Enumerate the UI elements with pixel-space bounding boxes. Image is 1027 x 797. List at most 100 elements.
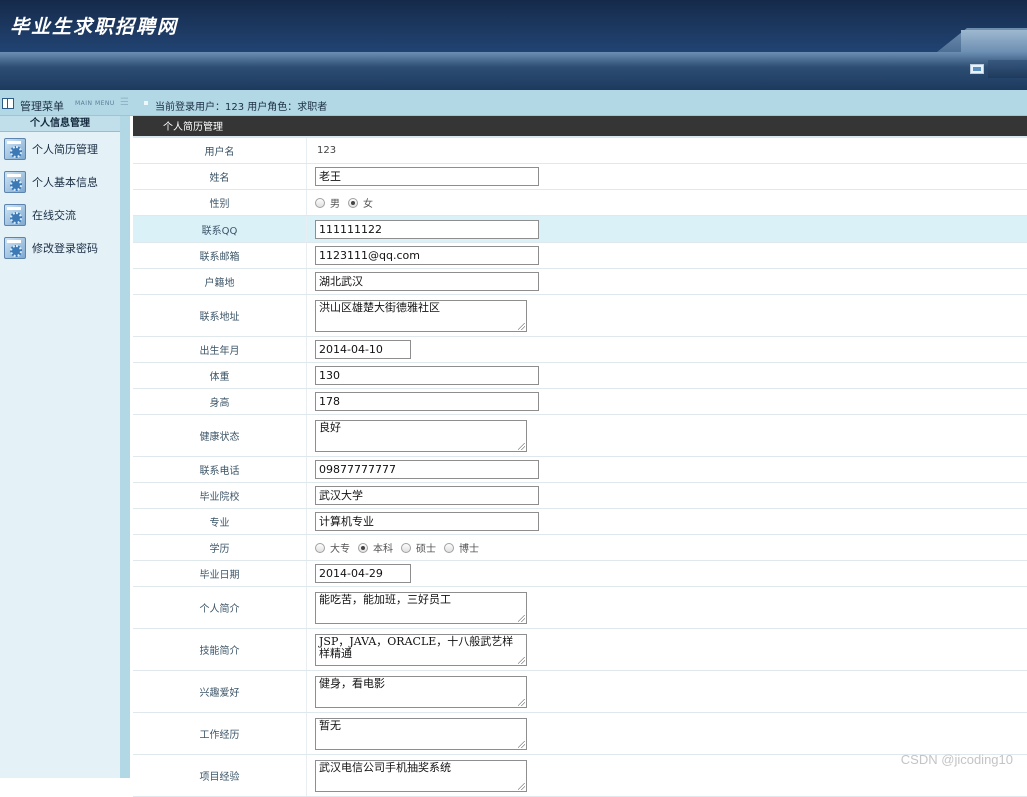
toolbar-button[interactable] xyxy=(988,60,1027,78)
row-address: 联系地址 洪山区雄楚大街德雅社区 xyxy=(133,295,1027,337)
field-label: 专业 xyxy=(133,509,307,534)
settings-icon xyxy=(4,236,26,259)
hobbies-textarea[interactable]: 健身，看电影 xyxy=(315,675,527,708)
sidebar-heading[interactable]: 个人信息管理 xyxy=(0,116,120,132)
header-tab-inner xyxy=(961,30,1027,52)
menu-separator-icon: ☰ xyxy=(120,97,129,108)
row-height: 身高 178 xyxy=(133,389,1027,415)
phone-input[interactable]: 09877777777 xyxy=(315,460,539,479)
field-label: 联系QQ xyxy=(133,216,307,242)
monitor-icon[interactable] xyxy=(970,64,984,74)
resume-panel: 个人简历管理 用户名 123 姓名 老王 性别 男 女 联系QQ 1111111… xyxy=(133,116,1027,797)
resize-grip-icon[interactable] xyxy=(518,614,525,622)
field-label: 联系电话 xyxy=(133,457,307,482)
sidebar-item-label: 个人简历管理 xyxy=(32,142,98,156)
row-phone: 联系电话 09877777777 xyxy=(133,457,1027,483)
field-label: 体重 xyxy=(133,363,307,388)
row-qq: 联系QQ 111111122 xyxy=(133,216,1027,243)
degree-radio-group: 大专 本科 硕士 博士 xyxy=(315,540,487,555)
row-school: 毕业院校 武汉大学 xyxy=(133,483,1027,509)
degree-radio-college[interactable] xyxy=(315,542,325,553)
resize-grip-icon[interactable] xyxy=(518,740,525,748)
watermark: CSDN @jicoding10 xyxy=(900,752,1013,767)
bullet-icon xyxy=(144,101,148,105)
field-label: 联系邮箱 xyxy=(133,243,307,268)
current-user-info: 当前登录用户：123 用户角色：求职者 xyxy=(155,102,328,113)
health-textarea[interactable]: 良好 xyxy=(315,419,527,452)
height-input[interactable]: 178 xyxy=(315,392,539,411)
field-label: 户籍地 xyxy=(133,269,307,294)
address-textarea[interactable]: 洪山区雄楚大街德雅社区 xyxy=(315,299,527,332)
menu-subtitle: MAIN MENU xyxy=(75,100,115,107)
sidebar: 个人信息管理 个人简历管理 个人基本信息 在线交流 修改登录密码 xyxy=(0,116,120,778)
sidebar-item-basic-info[interactable]: 个人基本信息 xyxy=(0,165,120,198)
row-work: 工作经历 暂无 xyxy=(133,713,1027,755)
field-label: 出生年月 xyxy=(133,337,307,362)
panel-title: 个人简历管理 xyxy=(133,116,1027,138)
school-input[interactable]: 武汉大学 xyxy=(315,486,539,505)
sidebar-item-password[interactable]: 修改登录密码 xyxy=(0,231,120,264)
field-label: 联系地址 xyxy=(133,295,307,336)
qq-input[interactable]: 111111122 xyxy=(315,219,539,239)
row-hobbies: 兴趣爱好 健身，看电影 xyxy=(133,671,1027,713)
field-label: 用户名 xyxy=(133,138,307,163)
sidebar-item-chat[interactable]: 在线交流 xyxy=(0,198,120,231)
name-input[interactable]: 老王 xyxy=(315,167,539,186)
intro-text: 能吃苦，能加班，三好员工 xyxy=(319,592,451,606)
birth-date-input[interactable]: 2014-04-10 xyxy=(315,340,411,359)
row-major: 专业 计算机专业 xyxy=(133,509,1027,535)
work-textarea[interactable]: 暂无 xyxy=(315,717,527,750)
row-name: 姓名 老王 xyxy=(133,164,1027,190)
intro-textarea[interactable]: 能吃苦，能加班，三好员工 xyxy=(315,591,527,624)
resize-grip-icon[interactable] xyxy=(518,698,525,706)
field-label: 项目经验 xyxy=(133,755,307,796)
hobbies-text: 健身，看电影 xyxy=(319,676,385,690)
radio-label: 女 xyxy=(363,199,373,210)
row-project: 项目经验 武汉电信公司手机抽奖系统 xyxy=(133,755,1027,797)
field-label: 个人简介 xyxy=(133,587,307,628)
sidebar-item-resume[interactable]: 个人简历管理 xyxy=(0,132,120,165)
row-health: 健康状态 良好 xyxy=(133,415,1027,457)
skills-text: JSP，JAVA，ORACLE，十八般武艺样样精通 xyxy=(319,634,514,660)
skills-textarea[interactable]: JSP，JAVA，ORACLE，十八般武艺样样精通 xyxy=(315,633,527,666)
row-email: 联系邮箱 1123111@qq.com xyxy=(133,243,1027,269)
row-hometown: 户籍地 湖北武汉 xyxy=(133,269,1027,295)
degree-radio-master[interactable] xyxy=(401,542,411,553)
project-text: 武汉电信公司手机抽奖系统 xyxy=(319,760,451,774)
sidebar-item-label: 修改登录密码 xyxy=(32,241,98,255)
weight-input[interactable]: 130 xyxy=(315,366,539,385)
radio-label: 大专 xyxy=(330,544,350,555)
field-label: 学历 xyxy=(133,535,307,560)
project-textarea[interactable]: 武汉电信公司手机抽奖系统 xyxy=(315,759,527,792)
app-header: 毕业生求职招聘网 xyxy=(0,0,1027,52)
gender-radio-male[interactable] xyxy=(315,197,325,208)
field-label: 姓名 xyxy=(133,164,307,189)
menu-icon xyxy=(2,98,14,109)
degree-radio-doctor[interactable] xyxy=(444,542,454,553)
major-input[interactable]: 计算机专业 xyxy=(315,512,539,531)
gender-radio-female[interactable] xyxy=(348,197,358,208)
row-degree: 学历 大专 本科 硕士 博士 xyxy=(133,535,1027,561)
row-gender: 性别 男 女 xyxy=(133,190,1027,216)
sidebar-divider[interactable] xyxy=(120,116,130,778)
address-text: 洪山区雄楚大街德雅社区 xyxy=(319,300,440,314)
degree-radio-bachelor[interactable] xyxy=(358,542,368,553)
field-label: 技能简介 xyxy=(133,629,307,670)
radio-label: 硕士 xyxy=(416,544,436,555)
resize-grip-icon[interactable] xyxy=(518,322,525,330)
gender-radio-group: 男 女 xyxy=(315,195,381,210)
grad-date-input[interactable]: 2014-04-29 xyxy=(315,564,411,583)
resize-grip-icon[interactable] xyxy=(518,782,525,790)
row-skills: 技能简介 JSP，JAVA，ORACLE，十八般武艺样样精通 xyxy=(133,629,1027,671)
radio-label: 博士 xyxy=(459,544,479,555)
field-label: 毕业日期 xyxy=(133,561,307,586)
hometown-input[interactable]: 湖北武汉 xyxy=(315,272,539,291)
resize-grip-icon[interactable] xyxy=(518,656,525,664)
status-bar: 管理菜单 MAIN MENU ☰ 当前登录用户：123 用户角色：求职者 xyxy=(0,90,1027,116)
sidebar-item-label: 个人基本信息 xyxy=(32,175,98,189)
resize-grip-icon[interactable] xyxy=(518,442,525,450)
row-intro: 个人简介 能吃苦，能加班，三好员工 xyxy=(133,587,1027,629)
email-input[interactable]: 1123111@qq.com xyxy=(315,246,539,265)
field-label: 性别 xyxy=(133,190,307,215)
settings-icon xyxy=(4,170,26,193)
